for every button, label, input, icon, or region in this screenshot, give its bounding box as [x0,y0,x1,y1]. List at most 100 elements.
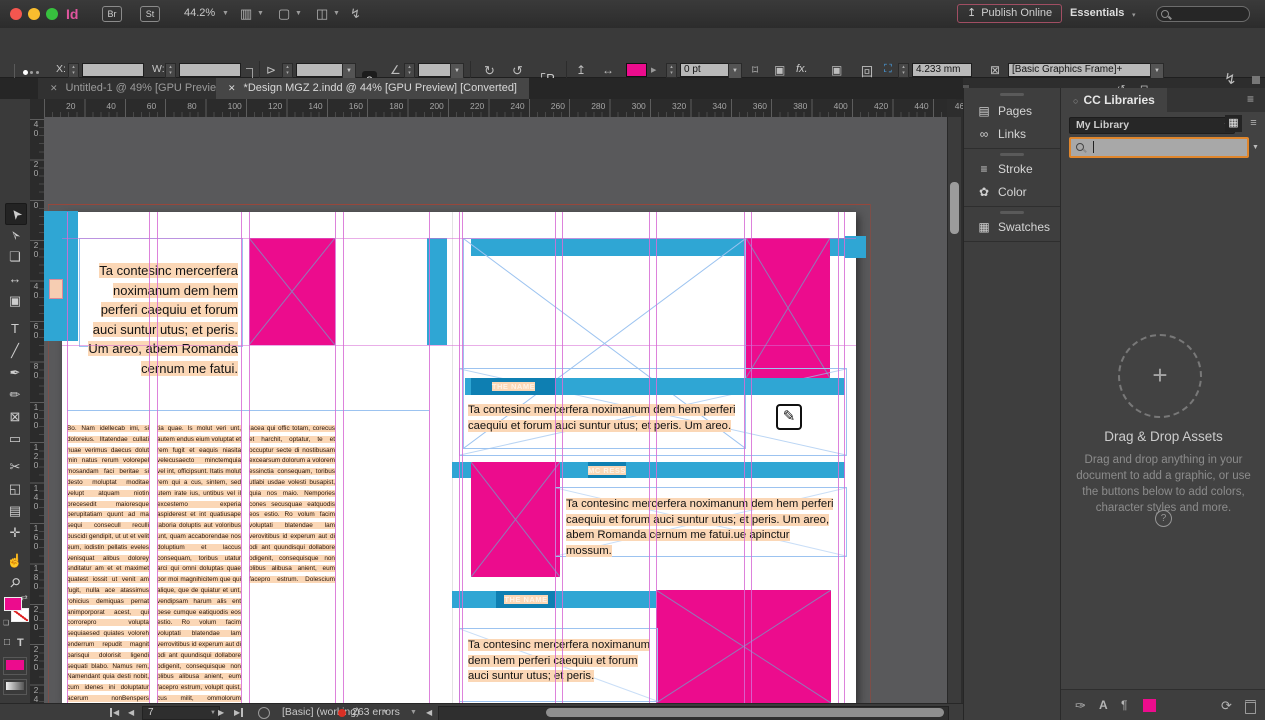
horizontal-scrollbar-thumb[interactable] [546,708,944,717]
rotation-angle-field[interactable] [418,63,452,77]
intro-text-frame[interactable]: Ta contesinc mercerfera noximanum dem he… [79,238,243,347]
type-tool[interactable]: T [5,319,25,339]
distribute-up-icon[interactable]: ↥ [576,63,586,77]
stock-button[interactable]: St [140,6,160,22]
collapse-panel-icon[interactable] [1252,76,1260,84]
workspace-arrow[interactable]: ▾ [1132,11,1136,19]
horizontal-scrollbar[interactable] [438,706,949,720]
ruler-origin[interactable] [30,99,45,118]
object-style-arrow[interactable]: ▼ [1150,63,1164,79]
image-placeholder[interactable] [471,462,560,577]
stroke-weight-dropdown[interactable]: ▼ [728,63,742,79]
pen-tool[interactable]: ✒ [5,363,25,383]
workspace-switcher[interactable]: Essentials [1070,7,1124,19]
screen-mode-icon[interactable]: ▢ [278,6,290,22]
width-field[interactable] [179,63,241,77]
view-options-arrow[interactable]: ▼ [257,10,264,17]
close-window-button[interactable] [10,8,22,20]
body-text-column[interactable]: lacea qui offic totam, corecus et harchi… [249,424,335,584]
apply-color-button[interactable] [3,657,27,675]
note-tool[interactable]: ▤ [5,501,25,521]
fill-color-swatch[interactable] [626,63,647,77]
tab-design-mgz-2[interactable]: ✕*Design MGZ 2.indd @ 44% [GPU Preview] … [216,78,529,99]
rotate-cw-icon[interactable]: ↻ [484,63,495,79]
w-stepper[interactable]: ▴▾ [165,63,176,78]
default-fill-stroke-icon[interactable]: ❏ [3,619,9,627]
next-page-button[interactable]: ▶ [218,708,224,717]
fill-color-arrow[interactable]: ▶ [651,66,656,74]
rotation-stepper[interactable]: ▴▾ [404,63,415,78]
no-text-wrap-icon[interactable]: ▣ [831,63,842,77]
vertical-scrollbar-thumb[interactable] [950,182,959,234]
corner-options-icon[interactable]: ⌑ [752,63,758,77]
toolbar-fill-swatch[interactable] [4,597,22,611]
scale-x-stepper[interactable]: ▴▾ [282,63,293,78]
scissors-tool[interactable]: ✂ [5,457,25,477]
cc-libraries-tab[interactable]: ○CC Libraries [1061,88,1167,112]
corner-radius-stepper[interactable]: ▴▾ [898,63,909,78]
edit-icon[interactable]: ✎ [776,404,802,430]
formatting-affects-container-icon[interactable]: □ [4,637,10,648]
sync-libraries-icon[interactable]: ⟳ [1221,698,1232,714]
rotate-ccw-icon[interactable]: ↺ [512,63,523,79]
free-transform-tool[interactable]: ◱ [5,479,25,499]
trash-icon[interactable] [1245,700,1256,714]
apply-gradient-button[interactable] [3,679,27,695]
dock-group-handle[interactable] [1000,153,1024,156]
bridge-button[interactable]: Br [102,6,122,22]
frame-tool[interactable]: ⊠ [5,407,25,427]
panel-button-color[interactable]: ✿Color [964,182,1061,202]
vertical-scrollbar[interactable] [947,117,961,703]
gpu-performance-icon[interactable]: ↯ [350,6,361,22]
panel-button-links[interactable]: ∞Links [964,124,1061,144]
stroke-weight-stepper[interactable]: ▴▾ [666,63,677,78]
pencil-tool[interactable]: ✏ [5,385,25,405]
distribute-horizontal-icon[interactable]: ↔ [602,63,614,77]
drop-shadow-icon[interactable]: ▣ [774,63,785,77]
corner-radius-icon[interactable]: ⛶ [884,63,892,76]
add-character-style-icon[interactable]: A [1099,698,1108,712]
x-stepper[interactable]: ▴▾ [68,63,79,78]
minimize-window-button[interactable] [28,8,40,20]
screen-mode-arrow[interactable]: ▼ [295,10,302,17]
scale-x-dropdown[interactable]: ▼ [342,63,356,79]
library-search-dropdown[interactable]: ▼ [1249,139,1262,156]
zoom-level-control[interactable]: 44.2% [184,7,215,19]
cyan-sidebar-placeholder[interactable] [44,211,78,341]
rectangle-tool[interactable]: ▭ [5,429,25,449]
add-paragraph-style-icon[interactable]: ¶ [1121,698,1127,712]
close-tab-icon[interactable]: ✕ [50,83,58,93]
panel-button-swatches[interactable]: ▦Swatches [964,217,1061,237]
page-tool[interactable]: ❏ [5,247,25,267]
arrange-documents-icon[interactable]: ◫ [316,6,328,22]
error-count[interactable]: 263 errors [352,706,400,718]
scroll-left-arrow[interactable]: ◀ [426,708,432,717]
image-placeholder[interactable] [249,238,335,345]
help-icon[interactable]: ? [1155,510,1172,527]
swap-fill-stroke-icon[interactable]: ⇄ [21,593,28,602]
view-options-icon[interactable]: ▥ [240,6,252,22]
add-color-swatch[interactable] [1143,699,1156,712]
content-collector-tool[interactable]: ▣ [5,291,25,311]
last-page-button[interactable]: ▶ [234,708,243,717]
cyan-bar-placeholder[interactable] [427,238,447,345]
effects-icon[interactable]: fx. [796,63,808,75]
panel-button-stroke[interactable]: ≡Stroke [964,159,1061,179]
body-text-column[interactable]: tia quae. Is molut veri unt, autem endus… [157,424,241,703]
gap-tool[interactable]: ↔ [5,269,25,289]
publish-online-button[interactable]: ↥Publish Online [957,4,1062,23]
drop-zone-circle[interactable]: + [1118,334,1202,418]
cyan-corner-block[interactable] [845,236,866,258]
hand-tool[interactable]: ☝ [5,551,25,571]
page-number-field[interactable]: 7 ▼ [142,706,220,720]
close-tab-icon[interactable]: ✕ [228,83,236,93]
preflight-icon[interactable] [258,707,270,719]
scale-x-field[interactable] [296,63,344,77]
stroke-weight-field[interactable]: 0 pt [680,63,730,77]
grid-view-button[interactable]: ▦ [1225,115,1242,132]
library-select[interactable]: My Library ▼ [1069,117,1235,134]
document-canvas[interactable]: Ta contesinc mercerfera noximanum dem he… [44,117,947,703]
corner-radius-field[interactable]: 4.233 mm [912,63,972,77]
dock-group-handle[interactable] [1000,211,1024,214]
color-theme-tool[interactable]: ✛ [5,523,25,543]
